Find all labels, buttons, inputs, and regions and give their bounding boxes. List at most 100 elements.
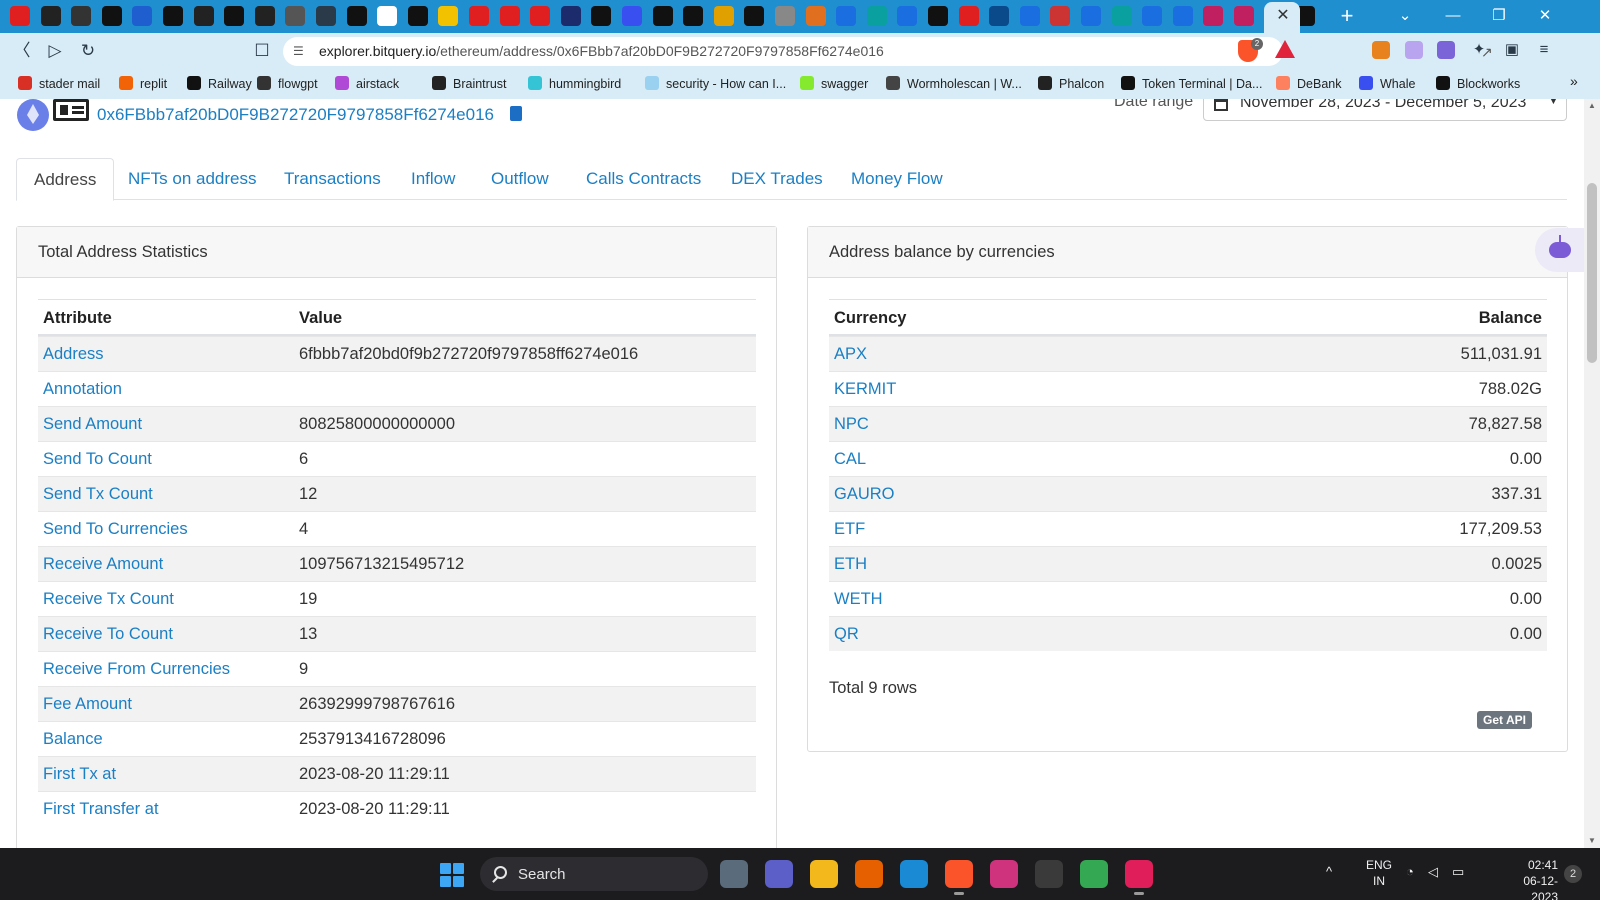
minimize-button[interactable]: —	[1438, 4, 1468, 28]
currency-link[interactable]: KERMIT	[834, 380, 896, 399]
scroll-thumb[interactable]	[1587, 183, 1597, 363]
tab-favicon-icon[interactable]	[40, 6, 61, 26]
attribute-link[interactable]: Receive Amount	[43, 555, 163, 574]
attribute-link[interactable]: Receive To Count	[43, 625, 173, 644]
tab-favicon-icon[interactable]	[1050, 6, 1071, 26]
tab-favicon-icon[interactable]	[346, 6, 367, 26]
tab-favicon-icon[interactable]	[10, 6, 30, 26]
metamask-icon[interactable]	[1372, 41, 1390, 59]
attribute-link[interactable]: Send To Count	[43, 450, 152, 469]
attribute-link[interactable]: Receive Tx Count	[43, 590, 174, 609]
bookmark-item[interactable]: Wormholescan | W...	[886, 76, 1022, 91]
tab-favicon-icon[interactable]	[1172, 6, 1193, 26]
bookmark-item[interactable]: Phalcon	[1038, 76, 1104, 91]
file-explorer-app-icon[interactable]	[810, 860, 838, 888]
tab-favicon-icon[interactable]	[836, 6, 857, 26]
date-range-picker[interactable]: November 28, 2023 - December 5, 2023 ▼	[1203, 99, 1567, 121]
tab-favicon-icon[interactable]	[71, 6, 92, 26]
tab-favicon-icon[interactable]	[193, 6, 214, 26]
tab-favicon-icon[interactable]	[407, 6, 428, 26]
tab-address[interactable]: Address	[16, 158, 115, 201]
wifi-icon[interactable]: ◔	[1406, 864, 1414, 879]
currency-link[interactable]: NPC	[834, 415, 869, 434]
tab-favicon-icon[interactable]	[989, 6, 1010, 26]
extensions-puzzle-icon[interactable]: ✦	[1467, 38, 1491, 62]
bookmark-item[interactable]: airstack	[335, 76, 399, 91]
tab-inflow[interactable]: Inflow	[394, 158, 472, 200]
tab-favicon-icon[interactable]	[866, 6, 887, 26]
brave-app-icon[interactable]	[945, 860, 973, 895]
menu-icon[interactable]: ≡	[1532, 38, 1556, 62]
attribute-link[interactable]: Receive From Currencies	[43, 660, 230, 679]
intellij-app-icon[interactable]	[990, 860, 1018, 888]
currency-link[interactable]: ETF	[834, 520, 865, 539]
tab-favicon-icon[interactable]	[316, 6, 336, 26]
bookmark-item[interactable]: replit	[119, 76, 167, 91]
tab-favicon-icon[interactable]	[591, 6, 612, 26]
close-window-button[interactable]: ✕	[1530, 4, 1560, 28]
chat-assistant-button[interactable]	[1535, 228, 1584, 272]
attribute-link[interactable]: Balance	[43, 730, 103, 749]
tab-favicon-icon[interactable]	[377, 6, 398, 26]
tab-favicon-icon[interactable]	[1111, 6, 1132, 26]
bookmark-item[interactable]: Token Terminal | Da...	[1121, 76, 1262, 91]
scroll-down-icon[interactable]: ▼	[1587, 836, 1597, 846]
bookmark-item[interactable]: Braintrust	[432, 76, 507, 91]
tray-chevron-icon[interactable]: ^	[1326, 864, 1332, 879]
attribute-link[interactable]: Fee Amount	[43, 695, 132, 714]
attribute-link[interactable]: Send Amount	[43, 415, 142, 434]
tab-calls-contracts[interactable]: Calls Contracts	[569, 158, 718, 200]
tab-favicon-icon[interactable]	[1203, 6, 1224, 26]
tab-close-icon[interactable]: ✕	[1272, 4, 1294, 28]
tab-favicon-icon[interactable]	[1142, 6, 1163, 26]
brave-rewards-icon[interactable]	[1275, 40, 1295, 58]
vscode-app-icon[interactable]	[900, 860, 928, 888]
qt-app-icon[interactable]	[1035, 860, 1063, 888]
bookmark-item[interactable]: swagger	[800, 76, 868, 91]
tab-favicon-icon[interactable]	[622, 6, 642, 26]
tab-favicon-icon[interactable]	[713, 6, 734, 26]
tab-favicon-icon[interactable]	[254, 6, 275, 26]
tab-favicon-icon[interactable]	[897, 6, 918, 26]
tab-favicon-icon[interactable]	[163, 6, 183, 26]
extension-icon[interactable]	[1405, 41, 1423, 59]
attribute-link[interactable]: First Tx at	[43, 765, 116, 784]
task-view-app-icon[interactable]	[720, 860, 748, 888]
tab-favicon-icon[interactable]	[744, 6, 765, 26]
attribute-link[interactable]: First Transfer at	[43, 800, 159, 819]
back-icon[interactable]: 〈	[9, 38, 35, 64]
bookmark-item[interactable]: Blockworks	[1436, 76, 1520, 91]
tab-favicon-icon[interactable]	[958, 6, 979, 26]
bookmark-item[interactable]: DeBank	[1276, 76, 1341, 91]
bookmark-item[interactable]: security - How can I...	[645, 76, 786, 91]
tab-favicon-icon[interactable]	[560, 6, 581, 26]
bookmark-item[interactable]: Railway	[187, 76, 252, 91]
extension-icon[interactable]	[1437, 41, 1455, 59]
attribute-link[interactable]: Annotation	[43, 380, 122, 399]
get-api-button[interactable]: Get API	[1477, 711, 1532, 729]
tab-outflow[interactable]: Outflow	[474, 158, 566, 200]
tab-favicon-icon[interactable]	[224, 6, 245, 26]
chrome-app-icon[interactable]	[1080, 860, 1108, 888]
forward-icon[interactable]: ▷	[42, 38, 68, 64]
tab-favicon-icon[interactable]	[683, 6, 704, 26]
volume-icon[interactable]: ◁	[1428, 864, 1438, 880]
currency-link[interactable]: WETH	[834, 590, 883, 609]
currency-link[interactable]: ETH	[834, 555, 867, 574]
currency-link[interactable]: GAURO	[834, 485, 895, 504]
tab-dex-trades[interactable]: DEX Trades	[714, 158, 840, 200]
bookmark-item[interactable]: stader mail	[18, 76, 100, 91]
slack-app-icon[interactable]	[1125, 860, 1153, 895]
attribute-link[interactable]: Send To Currencies	[43, 520, 188, 539]
tab-favicon-icon[interactable]	[530, 6, 551, 26]
start-button[interactable]	[440, 863, 464, 887]
maximize-button[interactable]: ❐	[1484, 4, 1514, 28]
bookmark-item[interactable]: flowgpt	[257, 76, 318, 91]
bookmark-item[interactable]: Whale	[1359, 76, 1415, 91]
tab-favicon-icon[interactable]	[775, 6, 795, 26]
tab-favicon-icon[interactable]	[805, 6, 826, 26]
firefox-app-icon[interactable]	[855, 860, 883, 888]
tab-search-icon[interactable]: ⌄	[1390, 4, 1420, 28]
bookmarks-overflow-icon[interactable]: »	[1570, 73, 1578, 89]
notification-badge[interactable]: 2	[1564, 865, 1582, 883]
